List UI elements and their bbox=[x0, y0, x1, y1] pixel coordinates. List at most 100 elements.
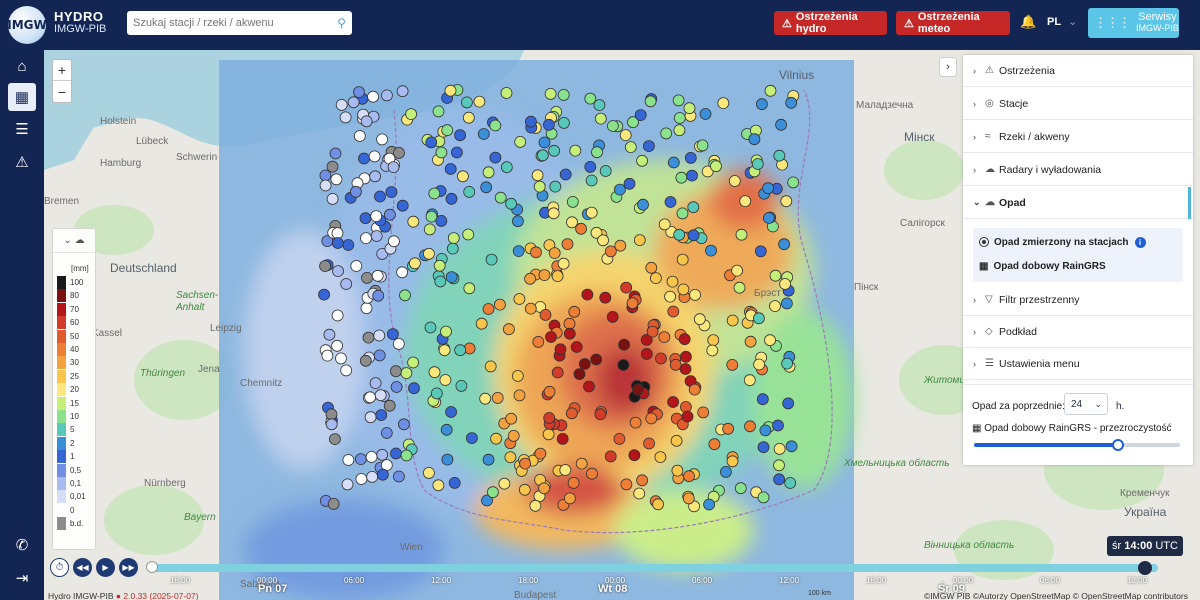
station-marker[interactable] bbox=[407, 215, 420, 228]
station-marker[interactable] bbox=[399, 289, 411, 302]
station-marker[interactable] bbox=[400, 449, 413, 462]
station-marker[interactable] bbox=[460, 96, 473, 109]
station-marker[interactable] bbox=[319, 179, 332, 192]
station-marker[interactable] bbox=[544, 88, 557, 100]
station-marker[interactable] bbox=[632, 383, 644, 396]
station-marker[interactable] bbox=[538, 269, 551, 282]
station-marker[interactable] bbox=[785, 440, 798, 453]
station-marker[interactable] bbox=[658, 331, 671, 344]
station-marker[interactable] bbox=[672, 94, 685, 107]
station-marker[interactable] bbox=[604, 450, 617, 463]
station-marker[interactable] bbox=[563, 317, 576, 330]
station-marker[interactable] bbox=[534, 447, 547, 460]
station-marker[interactable] bbox=[319, 260, 332, 273]
station-marker[interactable] bbox=[489, 119, 502, 132]
station-marker[interactable] bbox=[706, 344, 719, 357]
station-marker[interactable] bbox=[677, 283, 690, 296]
panel-item-podklad[interactable]: › ◇ Podkład bbox=[963, 316, 1193, 348]
search-icon[interactable]: ⚲ bbox=[337, 16, 346, 30]
station-marker[interactable] bbox=[652, 498, 664, 511]
station-marker[interactable] bbox=[726, 358, 739, 371]
station-marker[interactable] bbox=[360, 232, 372, 245]
station-marker[interactable] bbox=[673, 112, 686, 124]
station-marker[interactable] bbox=[524, 115, 537, 128]
station-marker[interactable] bbox=[654, 451, 667, 464]
station-marker[interactable] bbox=[731, 264, 743, 277]
station-marker[interactable] bbox=[756, 98, 768, 111]
station-marker[interactable] bbox=[667, 396, 679, 408]
station-marker[interactable] bbox=[566, 195, 579, 208]
station-marker[interactable] bbox=[585, 174, 598, 187]
station-marker[interactable] bbox=[569, 144, 582, 157]
station-marker[interactable] bbox=[675, 171, 688, 184]
station-marker[interactable] bbox=[557, 257, 570, 270]
station-marker[interactable] bbox=[705, 244, 717, 257]
station-marker[interactable] bbox=[781, 297, 793, 310]
station-marker[interactable] bbox=[326, 160, 339, 173]
station-marker[interactable] bbox=[624, 141, 637, 153]
station-marker[interactable] bbox=[477, 128, 490, 140]
station-marker[interactable] bbox=[347, 96, 360, 109]
station-marker[interactable] bbox=[676, 253, 689, 266]
station-marker[interactable] bbox=[485, 253, 498, 266]
station-marker[interactable] bbox=[682, 492, 695, 505]
station-marker[interactable] bbox=[511, 215, 524, 228]
station-marker[interactable] bbox=[369, 377, 382, 390]
station-marker[interactable] bbox=[385, 186, 398, 199]
timeline-current-handle[interactable] bbox=[1138, 561, 1152, 575]
station-marker[interactable] bbox=[454, 344, 467, 357]
station-marker[interactable] bbox=[408, 257, 421, 270]
station-marker[interactable] bbox=[445, 192, 458, 205]
station-marker[interactable] bbox=[486, 486, 499, 499]
station-marker[interactable] bbox=[772, 419, 784, 432]
station-marker[interactable] bbox=[538, 136, 551, 149]
station-marker[interactable] bbox=[614, 239, 627, 252]
slider-handle[interactable] bbox=[1112, 439, 1125, 451]
opad-stations-option[interactable]: Opad zmierzony na stacjach i bbox=[979, 232, 1146, 252]
station-marker[interactable] bbox=[371, 269, 384, 282]
station-marker[interactable] bbox=[332, 265, 344, 278]
station-marker[interactable] bbox=[617, 359, 630, 371]
station-marker[interactable] bbox=[545, 331, 557, 343]
station-marker[interactable] bbox=[321, 349, 334, 362]
station-marker[interactable] bbox=[518, 483, 531, 496]
station-marker[interactable] bbox=[726, 455, 739, 468]
panel-item-opad[interactable]: ⌄ ☁ Opad bbox=[963, 187, 1193, 219]
station-marker[interactable] bbox=[524, 272, 537, 285]
station-marker[interactable] bbox=[687, 201, 700, 214]
station-marker[interactable] bbox=[558, 117, 570, 129]
station-marker[interactable] bbox=[763, 212, 775, 224]
station-marker[interactable] bbox=[543, 412, 556, 424]
station-marker[interactable] bbox=[397, 418, 410, 431]
station-marker[interactable] bbox=[779, 278, 791, 290]
station-marker[interactable] bbox=[764, 334, 776, 347]
station-marker[interactable] bbox=[335, 99, 348, 111]
station-marker[interactable] bbox=[633, 487, 646, 500]
station-marker[interactable] bbox=[784, 477, 797, 489]
station-marker[interactable] bbox=[739, 195, 752, 208]
station-marker[interactable] bbox=[434, 275, 447, 288]
station-marker[interactable] bbox=[551, 270, 564, 283]
station-marker[interactable] bbox=[408, 382, 420, 395]
station-marker[interactable] bbox=[482, 453, 495, 466]
station-marker[interactable] bbox=[341, 478, 354, 491]
station-marker[interactable] bbox=[733, 281, 746, 294]
station-marker[interactable] bbox=[400, 367, 413, 380]
station-marker[interactable] bbox=[530, 246, 542, 259]
station-marker[interactable] bbox=[753, 358, 765, 371]
station-marker[interactable] bbox=[368, 150, 381, 163]
station-marker[interactable] bbox=[643, 437, 655, 450]
panel-item-stacje[interactable]: › ◎ Stacje bbox=[963, 88, 1193, 120]
station-marker[interactable] bbox=[773, 149, 786, 162]
station-marker[interactable] bbox=[669, 358, 682, 371]
station-marker[interactable] bbox=[626, 297, 639, 310]
station-marker[interactable] bbox=[473, 95, 486, 108]
station-marker[interactable] bbox=[364, 391, 377, 404]
station-marker[interactable] bbox=[735, 228, 748, 241]
station-marker[interactable] bbox=[748, 133, 761, 146]
station-marker[interactable] bbox=[643, 140, 655, 152]
station-marker[interactable] bbox=[513, 389, 526, 402]
station-marker[interactable] bbox=[445, 271, 458, 284]
station-marker[interactable] bbox=[432, 479, 445, 492]
station-marker[interactable] bbox=[393, 147, 405, 159]
